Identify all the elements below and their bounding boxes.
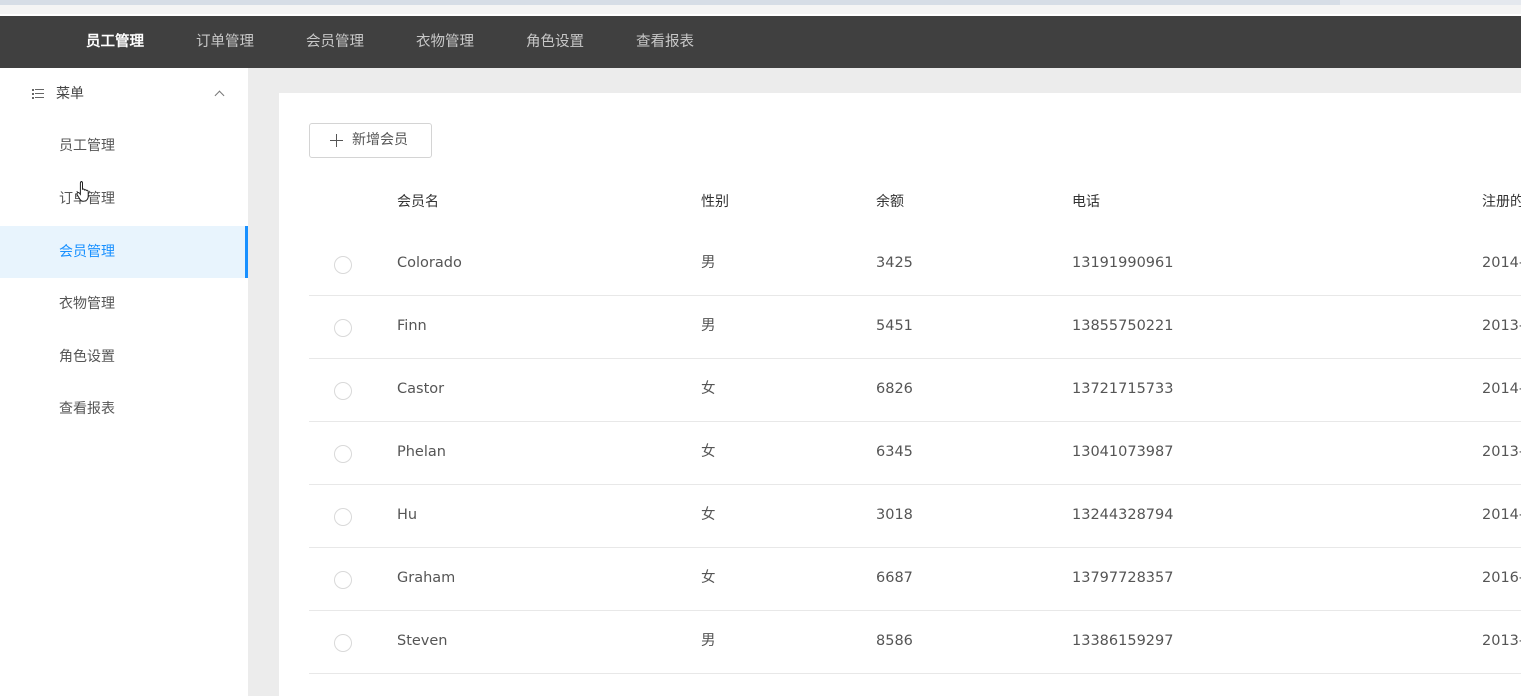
browser-toolbar-area	[1340, 0, 1521, 5]
cell-phone: 13797728357	[1072, 570, 1174, 586]
cell-phone: 13721715733	[1072, 381, 1174, 397]
cell-phone: 13386159297	[1072, 633, 1174, 649]
cell-balance: 3018	[876, 507, 913, 523]
cell-member-name: Castor	[397, 381, 445, 397]
cell-balance: 3425	[876, 255, 913, 271]
topnav-item-employee[interactable]: 员工管理	[86, 16, 144, 68]
cell-balance: 8586	[876, 633, 913, 649]
topnav-item-order[interactable]: 订单管理	[196, 16, 254, 68]
cell-gender: 女	[701, 444, 716, 460]
cell-gender: 女	[701, 570, 716, 586]
table-row[interactable]: Colorado 男 3425 13191990961 2014-	[309, 233, 1521, 296]
cell-register-date: 2014-	[1482, 255, 1521, 271]
column-header-member-name[interactable]: 会员名	[397, 184, 439, 220]
add-member-button[interactable]: 新增会员	[309, 123, 432, 158]
cell-balance: 5451	[876, 318, 913, 334]
table-row[interactable]: Graham 女 6687 13797728357 2016-	[309, 548, 1521, 611]
topnav-item-report[interactable]: 查看报表	[636, 16, 694, 68]
cell-register-date: 2013-	[1482, 444, 1521, 460]
row-select-radio[interactable]	[334, 382, 352, 400]
cell-register-date: 2014-	[1482, 381, 1521, 397]
row-select-radio[interactable]	[334, 319, 352, 337]
row-select-radio[interactable]	[334, 571, 352, 589]
sidebar-item-employee[interactable]: 员工管理	[0, 120, 248, 172]
browser-chrome-strip	[0, 0, 1521, 16]
cell-gender: 女	[701, 381, 716, 397]
cell-gender: 男	[701, 318, 716, 334]
column-header-register-date[interactable]: 注册的	[1482, 184, 1521, 220]
add-member-button-label: 新增会员	[352, 132, 408, 148]
table-row[interactable]: Hu 女 3018 13244328794 2014-	[309, 485, 1521, 548]
cell-gender: 男	[701, 255, 716, 271]
cell-member-name: Finn	[397, 318, 427, 334]
row-select-radio[interactable]	[334, 634, 352, 652]
chevron-up-icon[interactable]	[214, 90, 225, 101]
row-select-radio[interactable]	[334, 445, 352, 463]
column-header-phone[interactable]: 电话	[1072, 184, 1100, 220]
sidebar-item-order[interactable]: 订单管理	[0, 173, 248, 225]
cell-member-name: Colorado	[397, 255, 462, 271]
column-header-gender[interactable]: 性别	[701, 184, 729, 220]
top-navigation-bar: 员工管理 订单管理 会员管理 衣物管理 角色设置 查看报表	[0, 16, 1521, 68]
sidebar-menu-header[interactable]: 菜单	[0, 68, 248, 120]
cell-register-date: 2014-	[1482, 507, 1521, 523]
cell-register-date: 2013-	[1482, 633, 1521, 649]
sidebar: 菜单 员工管理 订单管理 会员管理 衣物管理 角色设置 查看报表	[0, 68, 248, 696]
sidebar-item-member[interactable]: 会员管理	[0, 226, 248, 278]
cell-gender: 男	[701, 633, 716, 649]
topnav-item-member[interactable]: 会员管理	[306, 16, 364, 68]
plus-icon	[330, 134, 343, 147]
cell-member-name: Phelan	[397, 444, 446, 460]
topnav-item-role[interactable]: 角色设置	[526, 16, 584, 68]
cell-member-name: Graham	[397, 570, 456, 586]
cell-register-date: 2013-	[1482, 318, 1521, 334]
cell-member-name: Steven	[397, 633, 448, 649]
cell-phone: 13191990961	[1072, 255, 1174, 271]
cell-phone: 13244328794	[1072, 507, 1174, 523]
table-row[interactable]: Castor 女 6826 13721715733 2014-	[309, 359, 1521, 422]
hand-pointer-cursor-icon	[76, 181, 89, 202]
cell-gender: 女	[701, 507, 716, 523]
cell-phone: 13855750221	[1072, 318, 1174, 334]
browser-address-bar	[0, 0, 1340, 5]
row-select-radio[interactable]	[334, 508, 352, 526]
table-row[interactable]: Finn 男 5451 13855750221 2013-	[309, 296, 1521, 359]
table-row[interactable]: Steven 男 8586 13386159297 2013-	[309, 611, 1521, 674]
cell-balance: 6345	[876, 444, 913, 460]
cell-register-date: 2016-	[1482, 570, 1521, 586]
sidebar-item-role[interactable]: 角色设置	[0, 331, 248, 383]
table-row[interactable]: Phelan 女 6345 13041073987 2013-	[309, 422, 1521, 485]
topnav-item-clothing[interactable]: 衣物管理	[416, 16, 474, 68]
list-icon	[32, 88, 44, 100]
sidebar-menu-title: 菜单	[56, 86, 84, 102]
row-select-radio[interactable]	[334, 256, 352, 274]
cell-phone: 13041073987	[1072, 444, 1174, 460]
cell-balance: 6826	[876, 381, 913, 397]
column-header-balance[interactable]: 余额	[876, 184, 904, 220]
sidebar-item-clothing[interactable]: 衣物管理	[0, 278, 248, 330]
cell-member-name: Hu	[397, 507, 418, 523]
sidebar-item-report[interactable]: 查看报表	[0, 383, 248, 435]
cell-balance: 6687	[876, 570, 913, 586]
